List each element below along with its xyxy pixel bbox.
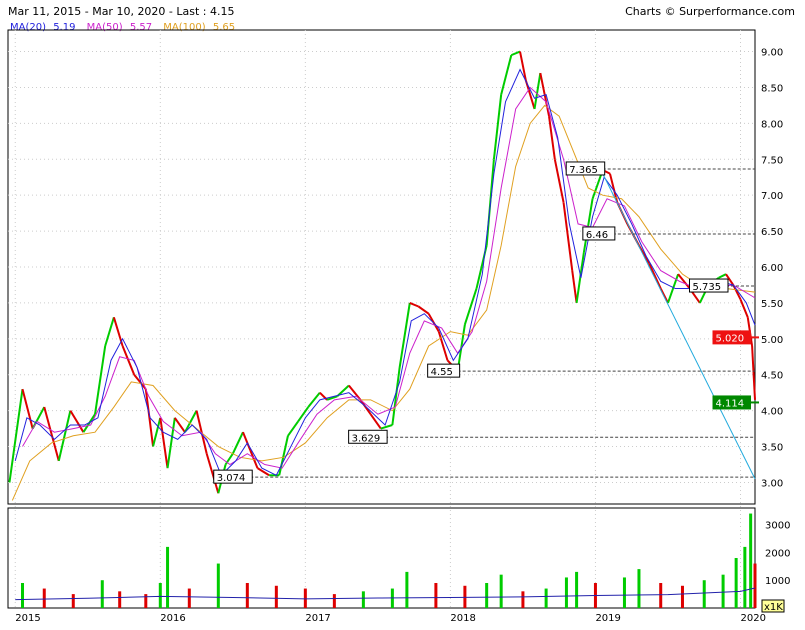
price-segment — [159, 417, 169, 469]
y-tick-label: 4.00 — [761, 407, 783, 418]
volume-bar — [118, 591, 122, 608]
volume-bar — [680, 585, 684, 608]
price-segment — [173, 417, 186, 433]
y-tick-label: 6.00 — [761, 263, 783, 274]
price-segment — [43, 406, 60, 462]
price-segment — [57, 410, 72, 462]
volume-bar — [274, 585, 278, 608]
y-tick-label: 5.50 — [761, 299, 783, 310]
price-segment — [500, 54, 513, 95]
price-segment — [8, 388, 24, 483]
reference-label: 3.629 — [352, 433, 381, 444]
volume-tick-label: 2000 — [765, 548, 790, 559]
volume-bar — [100, 580, 104, 608]
volume-bar — [434, 583, 438, 608]
volume-bar — [166, 546, 170, 608]
x-tick-label: 2018 — [450, 613, 475, 624]
volume-bar — [575, 571, 579, 608]
volume-tick-label: 3000 — [765, 521, 790, 532]
volume-bar — [721, 574, 725, 608]
price-segment — [287, 420, 299, 437]
price-segment — [638, 244, 650, 264]
x-tick-label: 2020 — [740, 613, 765, 624]
x-tick-label: 2015 — [15, 613, 40, 624]
volume-bar — [544, 588, 548, 608]
volume-average-line — [15, 587, 756, 601]
y-tick-label: 7.50 — [761, 155, 783, 166]
x-tick-label: 2016 — [160, 613, 185, 624]
reference-label: 7.365 — [569, 165, 598, 176]
volume-bar — [245, 583, 249, 608]
ma20-line — [14, 68, 756, 477]
volume-bar — [622, 577, 626, 608]
price-segment — [307, 392, 321, 408]
y-tick-label: 9.00 — [761, 48, 783, 59]
price-segment — [510, 50, 521, 57]
volume-unit-label: x1K — [764, 602, 783, 613]
volume-bar — [71, 594, 75, 608]
volume-bar — [521, 591, 525, 608]
volume-bar — [303, 588, 307, 608]
x-tick-label: 2019 — [595, 613, 620, 624]
price-segment — [417, 305, 430, 315]
y-tick-label: 8.50 — [761, 83, 783, 94]
reference-label: 6.46 — [586, 230, 608, 241]
volume-bar — [216, 563, 220, 608]
reference-label: 5.735 — [692, 282, 721, 293]
price-segment — [533, 72, 542, 110]
volume-bar — [485, 583, 489, 608]
price-segment — [553, 159, 565, 203]
price-segment — [380, 424, 393, 430]
reference-label: 3.074 — [217, 473, 246, 484]
y-tick-label: 4.50 — [761, 371, 783, 382]
volume-bar — [749, 513, 753, 608]
volume-bar — [753, 563, 757, 608]
last-price-marker-label: 4.114 — [716, 398, 745, 409]
volume-bar — [659, 583, 663, 608]
price-segment — [571, 270, 578, 304]
y-tick-label: 7.00 — [761, 191, 783, 202]
volume-bar — [361, 591, 365, 608]
price-segment — [94, 345, 107, 415]
volume-bar — [332, 594, 336, 608]
volume-bar — [734, 558, 738, 608]
price-segment — [718, 273, 727, 279]
volume-bar — [637, 569, 641, 608]
ma-marker-label: 5.020 — [716, 333, 745, 344]
price-segment — [231, 431, 244, 455]
y-tick-label: 6.50 — [761, 227, 783, 238]
y-tick-label: 8.00 — [761, 119, 783, 130]
volume-bar — [564, 577, 568, 608]
volume-bar — [743, 546, 747, 608]
y-tick-label: 3.50 — [761, 443, 783, 454]
y-tick-label: 5.00 — [761, 335, 783, 346]
volume-bar — [42, 588, 46, 608]
reference-label: 4.55 — [431, 367, 453, 378]
y-tick-label: 3.00 — [761, 478, 783, 489]
volume-bar — [499, 574, 503, 608]
volume-bar — [702, 580, 706, 608]
price-segment — [104, 316, 115, 347]
volume-bar — [21, 583, 25, 608]
volume-bar — [158, 583, 162, 608]
price-segment — [409, 301, 419, 308]
price-segment — [297, 406, 310, 422]
x-tick-label: 2017 — [305, 613, 330, 624]
volume-bar — [405, 571, 409, 608]
price-segment — [739, 298, 749, 318]
price-segment — [184, 410, 198, 433]
price-segment — [82, 413, 96, 433]
stock-chart: 7.365 6.46 5.735 4.55 3.629 3.074 5.020 4.114 3… — [7, 29, 790, 624]
price-segment — [659, 288, 669, 304]
volume-tick-label: 1000 — [765, 576, 790, 587]
trend-line — [602, 173, 756, 480]
price-segment — [575, 252, 585, 304]
volume-bar — [187, 588, 191, 608]
price-segment — [21, 388, 34, 429]
